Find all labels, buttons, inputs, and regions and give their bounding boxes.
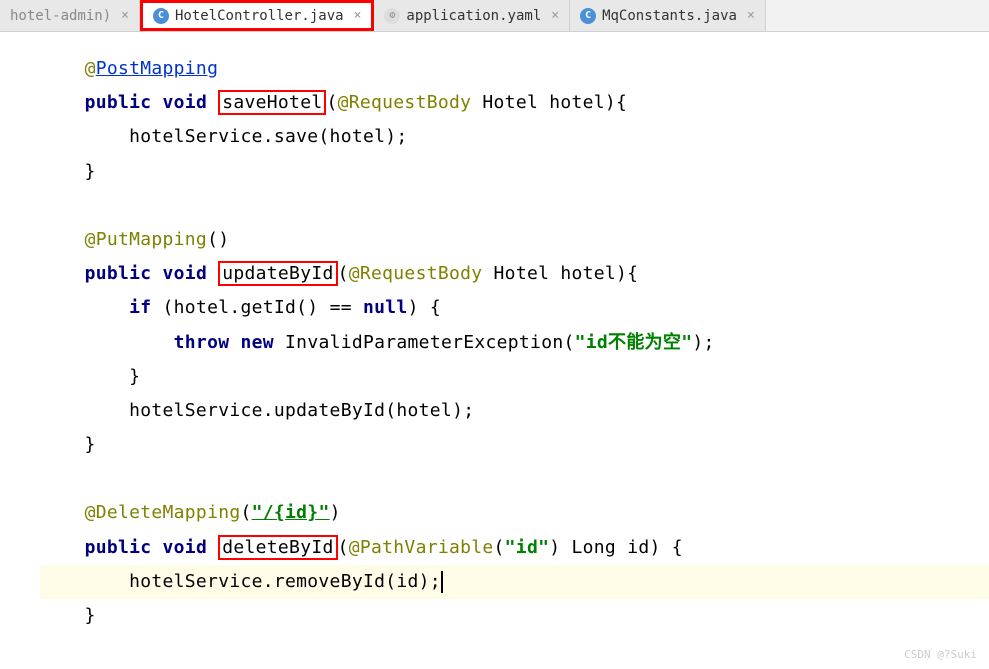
code-line: public void saveHotel(@RequestBody Hotel… [40,86,989,120]
yaml-file-icon: ⚙ [384,8,400,24]
code-editor[interactable]: @PostMapping public void saveHotel(@Requ… [0,32,989,633]
code-line: @PostMapping [40,52,989,86]
code-line [40,462,989,496]
code-line: hotelService.save(hotel); [40,120,989,154]
close-icon[interactable]: × [354,8,362,23]
method-highlight: updateById [218,261,337,286]
text-cursor [441,571,443,593]
code-line: if (hotel.getId() == null) { [40,291,989,325]
code-line: @PutMapping() [40,223,989,257]
tab-hotel-controller[interactable]: C HotelController.java × [140,0,374,31]
code-line: throw new InvalidParameterException("id不… [40,326,989,360]
editor-tabs: hotel-admin) × C HotelController.java × … [0,0,989,32]
tab-label: hotel-admin) [10,8,111,24]
tab-hotel-admin[interactable]: hotel-admin) × [0,0,140,31]
code-line: } [40,599,989,633]
close-icon[interactable]: × [551,8,559,23]
close-icon[interactable]: × [747,8,755,23]
tab-label: MqConstants.java [602,8,737,24]
code-line-current: hotelService.removeById(id); [40,565,989,599]
tab-label: application.yaml [406,8,541,24]
code-line: } [40,360,989,394]
tab-application-yaml[interactable]: ⚙ application.yaml × [374,0,570,31]
close-icon[interactable]: × [121,8,129,23]
java-file-icon: C [153,8,169,24]
method-highlight: deleteById [218,535,337,560]
tab-label: HotelController.java [175,8,344,24]
tab-mq-constants[interactable]: C MqConstants.java × [570,0,766,31]
code-line: @DeleteMapping("/{id}") [40,496,989,530]
code-line: public void updateById(@RequestBody Hote… [40,257,989,291]
code-line: public void deleteById(@PathVariable("id… [40,531,989,565]
java-file-icon: C [580,8,596,24]
method-highlight: saveHotel [218,90,326,115]
code-line: } [40,428,989,462]
code-line: } [40,155,989,189]
watermark: CSDN @?Suki [904,648,977,661]
code-line: hotelService.updateById(hotel); [40,394,989,428]
code-line [40,189,989,223]
